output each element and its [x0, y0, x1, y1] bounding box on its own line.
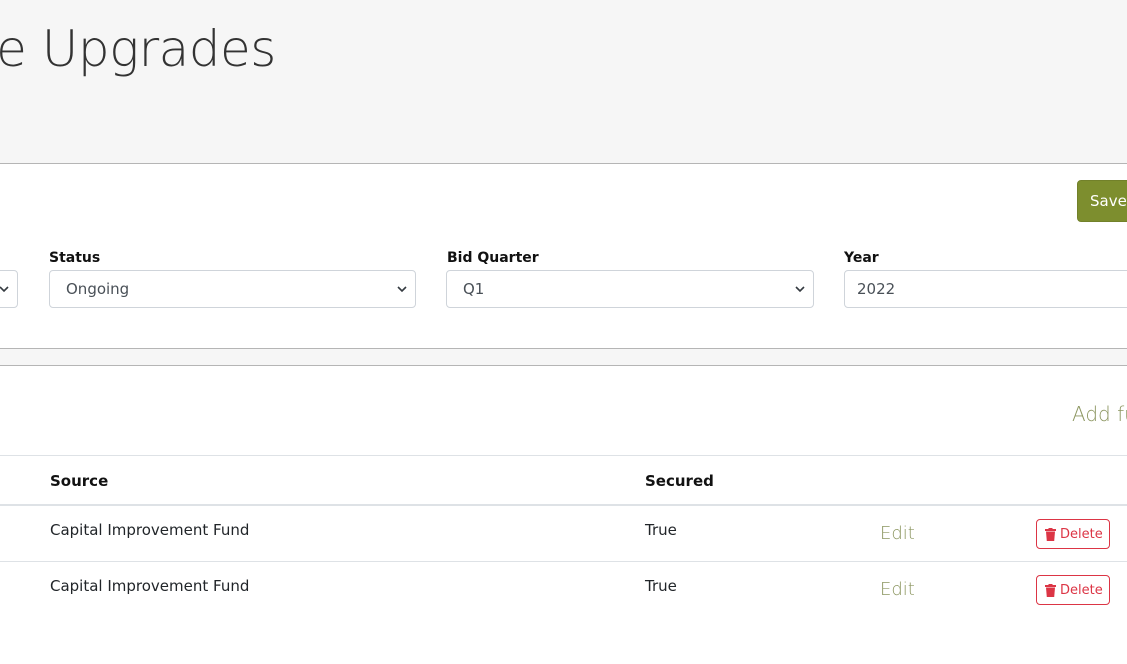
edit-link[interactable]: Edit — [880, 579, 915, 600]
delete-label: Delete — [1060, 526, 1103, 542]
previous-select[interactable] — [0, 270, 18, 308]
row-source: Capital Improvement Fund — [50, 577, 250, 595]
year-input[interactable]: 2022 — [844, 270, 1127, 308]
edit-link[interactable]: Edit — [880, 523, 915, 544]
year-label: Year — [844, 250, 879, 266]
header-band: oe Upgrades — [0, 0, 1127, 164]
trash-icon — [1045, 583, 1056, 597]
chevron-down-icon — [795, 286, 805, 293]
section-divider — [0, 349, 1127, 366]
row-secured: True — [645, 521, 677, 539]
add-funding-link[interactable]: Add fu — [1072, 402, 1127, 426]
year-input-value: 2022 — [857, 280, 896, 298]
delete-button[interactable]: Delete — [1036, 575, 1110, 605]
bid-quarter-select[interactable]: Q1 — [446, 270, 814, 308]
bid-quarter-label: Bid Quarter — [447, 250, 539, 266]
column-header-secured: Secured — [645, 472, 714, 490]
project-form-card — [0, 164, 1127, 349]
chevron-down-icon — [397, 286, 407, 293]
save-button[interactable]: Save — [1077, 180, 1127, 222]
row-divider — [0, 561, 1127, 562]
row-source: Capital Improvement Fund — [50, 521, 250, 539]
status-select[interactable]: Ongoing — [49, 270, 416, 308]
table-top-divider — [0, 455, 1127, 456]
column-header-source: Source — [50, 472, 109, 490]
page: oe Upgrades Save Status Ongoing Bid Quar… — [0, 0, 1127, 664]
status-label: Status — [49, 250, 101, 266]
chevron-down-icon — [0, 286, 9, 293]
delete-label: Delete — [1060, 582, 1103, 598]
status-select-value: Ongoing — [66, 280, 130, 298]
table-header-divider — [0, 504, 1127, 506]
row-secured: True — [645, 577, 677, 595]
bid-quarter-select-value: Q1 — [463, 280, 485, 298]
trash-icon — [1045, 527, 1056, 541]
page-title: oe Upgrades — [0, 20, 276, 78]
delete-button[interactable]: Delete — [1036, 519, 1110, 549]
